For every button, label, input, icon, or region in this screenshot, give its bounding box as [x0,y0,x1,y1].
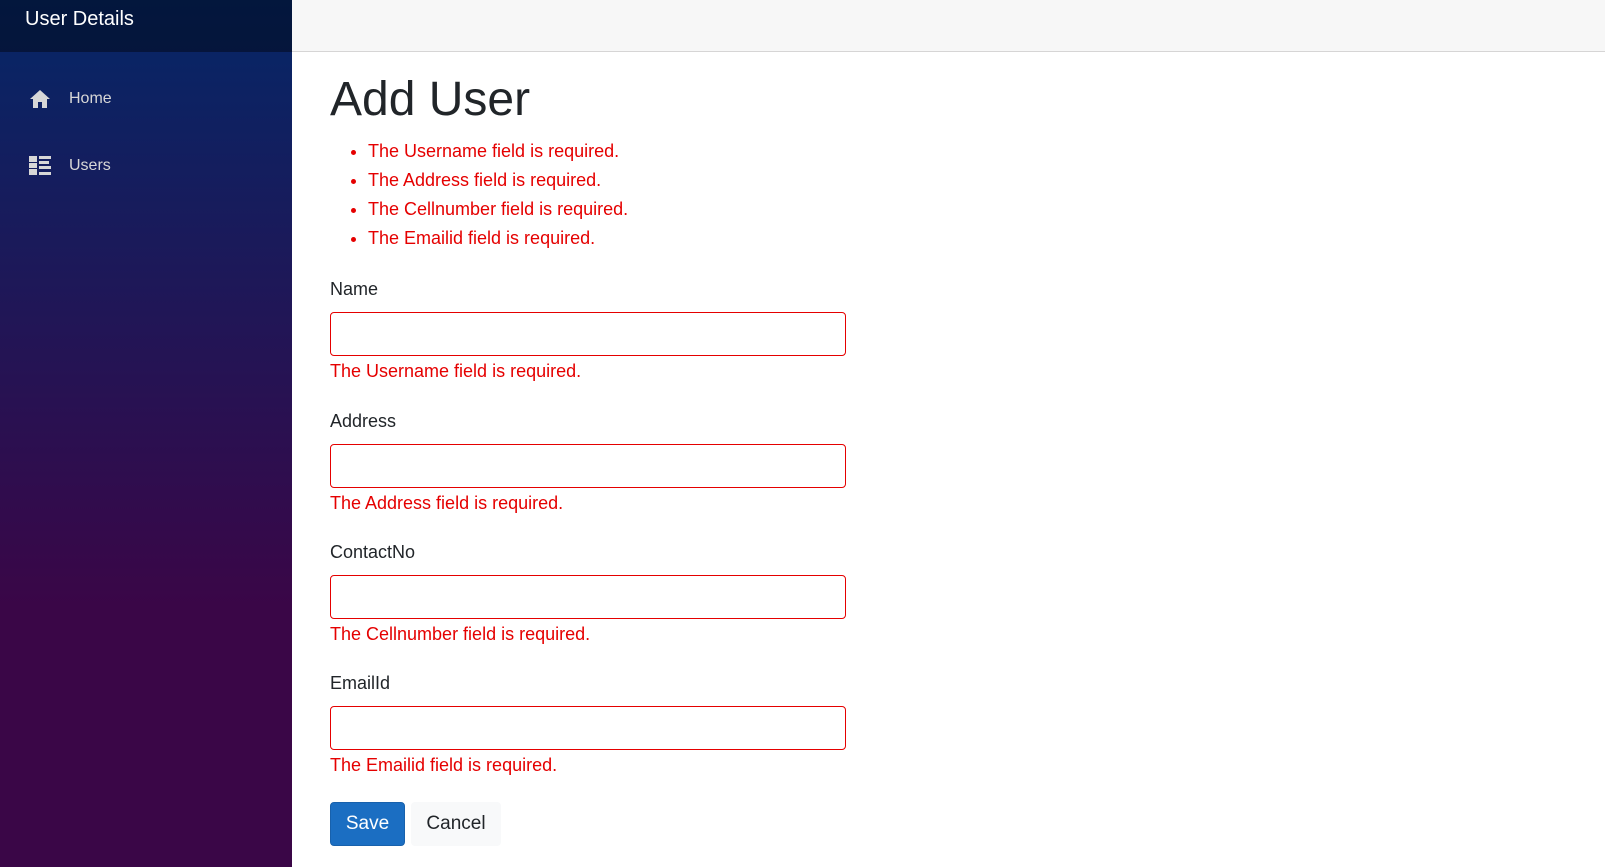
top-bar [292,0,1605,52]
brand-title[interactable]: User Details [25,8,134,30]
brand-bar: User Details [0,0,292,52]
sidebar-item-label: Users [69,157,111,174]
contactno-label: ContactNo [330,542,416,562]
validation-summary: The Username field is required. The Addr… [330,137,628,253]
name-error: The Username field is required. [330,361,582,381]
address-label: Address [330,411,397,431]
app-root: User Details Home Users Add User • The U… [0,0,1605,867]
sidebar-item-label: Home [69,90,112,107]
emailid-input[interactable] [330,706,846,750]
validation-summary-item: The Cellnumber field is required. [368,195,628,224]
emailid-error: The Emailid field is required. [330,755,558,775]
home-icon [28,87,52,111]
contactno-error: The Cellnumber field is required. [330,624,591,644]
contactno-input[interactable] [330,575,846,619]
save-button[interactable]: Save [330,802,405,846]
sidebar-item-home[interactable]: Home [16,77,276,121]
validation-summary-item: The Emailid field is required. [368,224,628,253]
cancel-button[interactable]: Cancel [411,802,501,846]
sidebar: User Details Home Users [0,0,292,867]
list-icon [28,154,52,178]
name-label: Name [330,279,379,299]
validation-summary-item: The Address field is required. [368,166,628,195]
page-title: Add User [330,73,531,126]
emailid-label: EmailId [330,673,391,693]
sidebar-item-users[interactable]: Users [16,144,276,188]
name-input[interactable] [330,312,846,356]
address-error: The Address field is required. [330,493,564,513]
validation-summary-item: The Username field is required. [368,137,628,166]
address-input[interactable] [330,444,846,488]
